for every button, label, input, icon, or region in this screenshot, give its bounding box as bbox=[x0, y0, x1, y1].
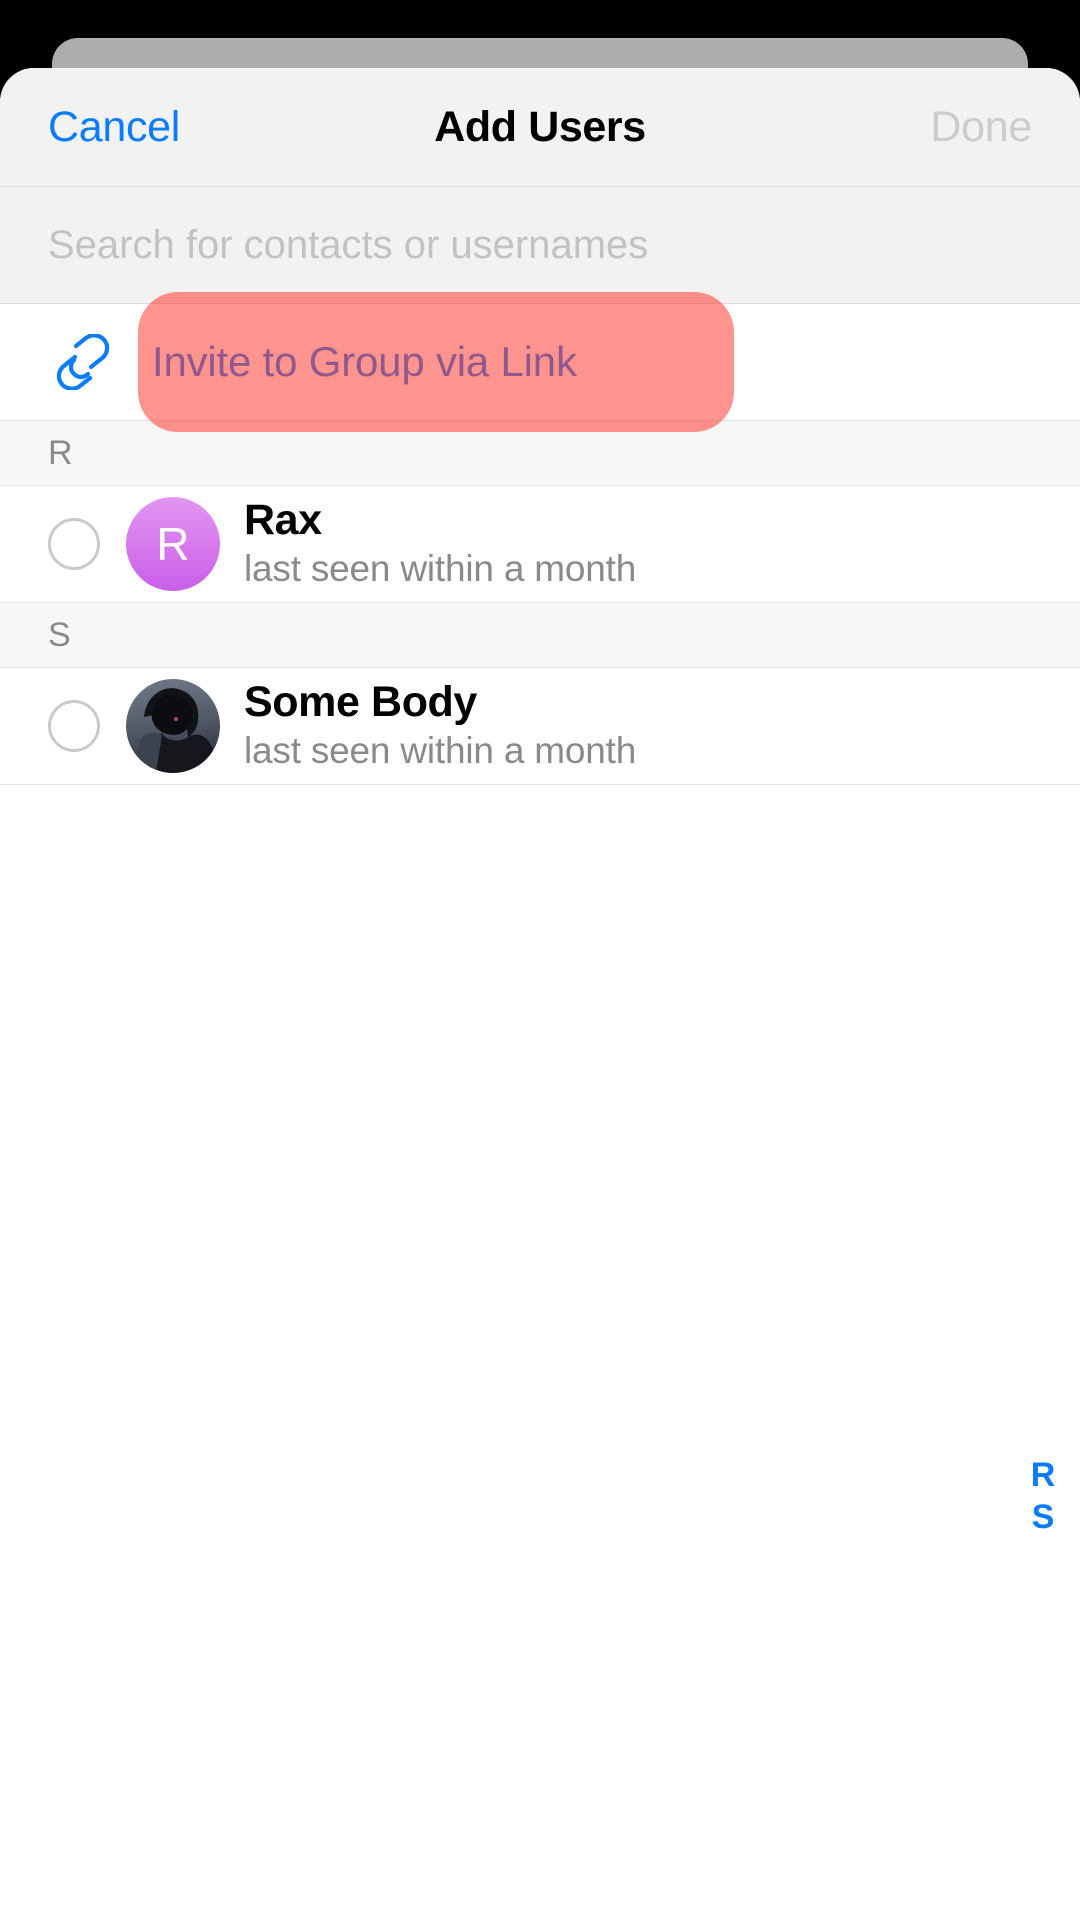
done-button[interactable]: Done bbox=[930, 68, 1032, 187]
contact-status: last seen within a month bbox=[244, 729, 637, 771]
alphabet-index-letter-s[interactable]: S bbox=[1032, 1496, 1055, 1538]
alphabet-index[interactable]: R S bbox=[1020, 1454, 1066, 1538]
section-header-s: S bbox=[0, 603, 1080, 668]
contact-row-some-body[interactable]: Some Body last seen within a month bbox=[0, 668, 1080, 785]
avatar: R bbox=[126, 497, 220, 591]
contacts-list: Invite to Group via Link R R Rax last se… bbox=[0, 292, 1080, 1920]
contact-checkbox[interactable] bbox=[48, 518, 100, 570]
link-icon bbox=[52, 333, 114, 391]
contact-text: Some Body last seen within a month bbox=[244, 678, 636, 774]
alphabet-index-letter-r[interactable]: R bbox=[1031, 1454, 1056, 1496]
invite-to-group-via-link-row[interactable]: Invite to Group via Link bbox=[0, 292, 1080, 432]
contact-checkbox[interactable] bbox=[48, 700, 100, 752]
search-input[interactable] bbox=[48, 222, 948, 268]
search-bar[interactable] bbox=[0, 187, 1080, 304]
screen-root: Cancel Add Users Done Invite to Group vi… bbox=[0, 0, 1080, 1920]
contact-status: last seen within a month bbox=[244, 547, 637, 589]
avatar-initial: R bbox=[156, 518, 190, 570]
add-users-modal-sheet: Cancel Add Users Done Invite to Group vi… bbox=[0, 68, 1080, 1920]
contact-text: Rax last seen within a month bbox=[244, 496, 636, 592]
section-header-r: R bbox=[0, 421, 1080, 486]
invite-to-group-via-link-label: Invite to Group via Link bbox=[152, 338, 577, 385]
contact-row-rax[interactable]: R Rax last seen within a month bbox=[0, 486, 1080, 603]
avatar-photo-icon bbox=[136, 688, 216, 773]
navigation-bar: Cancel Add Users Done bbox=[0, 68, 1080, 187]
avatar bbox=[126, 679, 220, 773]
page-title: Add Users bbox=[434, 103, 646, 151]
contact-name: Some Body bbox=[244, 677, 477, 726]
contact-name: Rax bbox=[244, 495, 322, 544]
